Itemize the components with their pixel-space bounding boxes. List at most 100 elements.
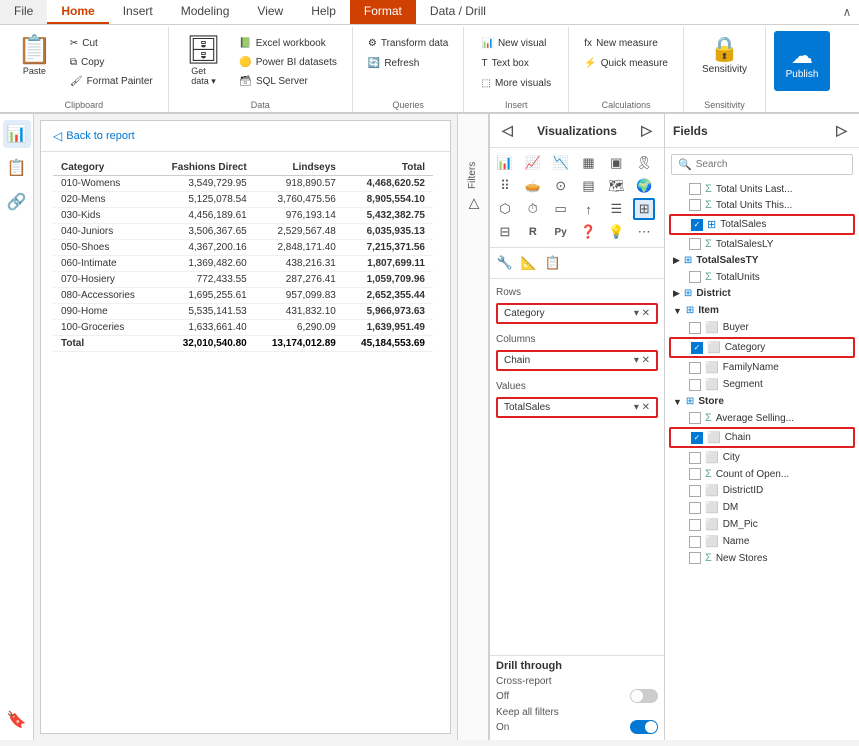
field-group-totalsalesty[interactable]: ▶⊞TotalSalesTY (669, 252, 855, 269)
field-item-dm[interactable]: ⬜DM (669, 499, 855, 516)
report-view-icon[interactable]: 📊 (3, 120, 31, 148)
fields-search-input[interactable] (696, 159, 846, 170)
viz-gauge-icon[interactable]: ⏱ (522, 198, 544, 220)
viz-analytics-icon[interactable]: 📐 (518, 252, 540, 274)
viz-r-icon[interactable]: R (522, 221, 544, 243)
viz-line-icon[interactable]: 📈 (522, 152, 544, 174)
field-item-average-selling---[interactable]: ΣAverage Selling... (669, 410, 855, 426)
field-item-dm-pic[interactable]: ⬜DM_Pic (669, 516, 855, 533)
viz-funnel-icon[interactable]: ⬡ (494, 198, 516, 220)
sensitivity-button[interactable]: 🔒 Sensitivity (692, 31, 757, 79)
tab-insert[interactable]: Insert (109, 0, 167, 24)
viz-treemap-icon[interactable]: ▤ (578, 175, 600, 197)
viz-fields-icon[interactable]: 📋 (542, 252, 564, 274)
back-to-report-button[interactable]: ◁ Back to report (41, 121, 450, 152)
publish-button[interactable]: ☁ Publish (774, 31, 830, 91)
field-item-total-units-last---[interactable]: ΣTotal Units Last... (669, 181, 855, 197)
field-checkbox[interactable] (689, 536, 701, 548)
field-item-buyer[interactable]: ⬜Buyer (669, 319, 855, 336)
cut-button[interactable]: ✂Cut (63, 35, 160, 52)
field-checkbox[interactable] (689, 199, 701, 211)
field-group-item[interactable]: ▼⊞Item (669, 302, 855, 319)
tab-home[interactable]: Home (47, 0, 108, 24)
field-checkbox[interactable]: ✓ (691, 432, 703, 444)
field-item-city[interactable]: ⬜City (669, 449, 855, 466)
field-group-store[interactable]: ▼⊞Store (669, 393, 855, 410)
viz-bar-icon[interactable]: 📊 (494, 152, 516, 174)
field-item-segment[interactable]: ⬜Segment (669, 376, 855, 393)
field-checkbox[interactable]: ✓ (691, 342, 703, 354)
viz-donut-icon[interactable]: ⊙ (550, 175, 572, 197)
viz-card-icon[interactable]: ▭ (550, 198, 572, 220)
sql-button[interactable]: 🗃SQL Server (232, 73, 344, 90)
viz-more-icon[interactable]: ⋯ (633, 221, 655, 243)
tab-view[interactable]: View (243, 0, 297, 24)
refresh-button[interactable]: 🔄Refresh (361, 55, 426, 72)
format-painter-button[interactable]: 🖌Format Painter (63, 73, 160, 90)
viz-table-icon[interactable]: ⊞ (633, 198, 655, 220)
viz-matrix-icon[interactable]: ⊟ (494, 221, 516, 243)
excel-button[interactable]: 📗Excel workbook (232, 35, 344, 52)
field-item-count-of-open---[interactable]: ΣCount of Open... (669, 466, 855, 482)
field-item-totalunits[interactable]: ΣTotalUnits (669, 269, 855, 285)
transform-button[interactable]: ⚙Transform data (361, 35, 455, 52)
field-checkbox[interactable] (689, 238, 701, 250)
viz-ribbon-icon[interactable]: 🎗 (633, 152, 655, 174)
quick-measure-button[interactable]: ⚡Quick measure (577, 55, 675, 72)
viz-python-icon[interactable]: Py (550, 221, 572, 243)
text-box-button[interactable]: TText box (474, 55, 535, 72)
viz-clustered-bar-icon[interactable]: ▣ (605, 152, 627, 174)
field-checkbox[interactable] (689, 552, 701, 564)
viz-format-icon[interactable]: 🔧 (494, 252, 516, 274)
viz-slicer-icon[interactable]: ☰ (605, 198, 627, 220)
field-checkbox[interactable] (689, 271, 701, 283)
paste-button[interactable]: 📋 Paste (8, 31, 61, 81)
tab-file[interactable]: File (0, 0, 47, 24)
keep-filters-switch[interactable] (630, 720, 658, 734)
field-checkbox[interactable] (689, 183, 701, 195)
values-field-well[interactable]: TotalSales ▾ ✕ (496, 397, 658, 418)
field-checkbox[interactable]: ✓ (691, 219, 703, 231)
field-checkbox[interactable] (689, 362, 701, 374)
field-item-new-stores[interactable]: ΣNew Stores (669, 550, 855, 566)
columns-field-well[interactable]: Chain ▾ ✕ (496, 350, 658, 371)
field-item-chain[interactable]: ✓⬜Chain (669, 427, 855, 448)
field-checkbox[interactable] (689, 485, 701, 497)
field-checkbox[interactable] (689, 412, 701, 424)
tab-format[interactable]: Format (350, 0, 416, 24)
viz-kpi-icon[interactable]: ↑ (578, 198, 600, 220)
field-item-category[interactable]: ✓⬜Category (669, 337, 855, 358)
field-checkbox[interactable] (689, 452, 701, 464)
rows-field-well[interactable]: Category ▾ ✕ (496, 303, 658, 324)
data-view-icon[interactable]: 📋 (3, 154, 31, 182)
tab-help[interactable]: Help (297, 0, 350, 24)
new-measure-button[interactable]: fxNew measure (577, 35, 664, 52)
field-item-total-units-this---[interactable]: ΣTotal Units This... (669, 197, 855, 213)
fields-search-box[interactable]: 🔍 (671, 154, 853, 175)
tab-data-drill[interactable]: Data / Drill (416, 0, 500, 24)
filters-label[interactable]: ▽ Filters (465, 162, 481, 212)
viz-panel-expand[interactable]: ▷ (637, 120, 656, 141)
field-item-totalsales[interactable]: ✓⊞TotalSales (669, 214, 855, 235)
field-group-district[interactable]: ▶⊞District (669, 285, 855, 302)
field-checkbox[interactable] (689, 379, 701, 391)
viz-stacked-bar-icon[interactable]: ▦ (578, 152, 600, 174)
bookmark-icon[interactable]: 🔖 (3, 706, 31, 734)
viz-filled-map-icon[interactable]: 🌍 (633, 175, 655, 197)
powerbi-button[interactable]: 🟡Power BI datasets (232, 54, 344, 71)
viz-pie-icon[interactable]: 🥧 (522, 175, 544, 197)
viz-smart-icon[interactable]: 💡 (605, 221, 627, 243)
get-data-button[interactable]: 🗄 Getdata ▾ (177, 31, 231, 92)
tab-modeling[interactable]: Modeling (167, 0, 244, 24)
field-checkbox[interactable] (689, 519, 701, 531)
field-item-familyname[interactable]: ⬜FamilyName (669, 359, 855, 376)
viz-scatter-icon[interactable]: ⠿ (494, 175, 516, 197)
viz-map-icon[interactable]: 🗺 (605, 175, 627, 197)
model-view-icon[interactable]: 🔗 (3, 188, 31, 216)
field-item-districtid[interactable]: ⬜DistrictID (669, 482, 855, 499)
cross-report-switch[interactable] (630, 689, 658, 703)
ribbon-collapse[interactable]: ∧ (839, 4, 855, 20)
fields-panel-expand[interactable]: ▷ (832, 120, 851, 141)
field-item-totalsalesly[interactable]: ΣTotalSalesLY (669, 236, 855, 252)
more-visuals-button[interactable]: ⬚More visuals (474, 75, 558, 92)
